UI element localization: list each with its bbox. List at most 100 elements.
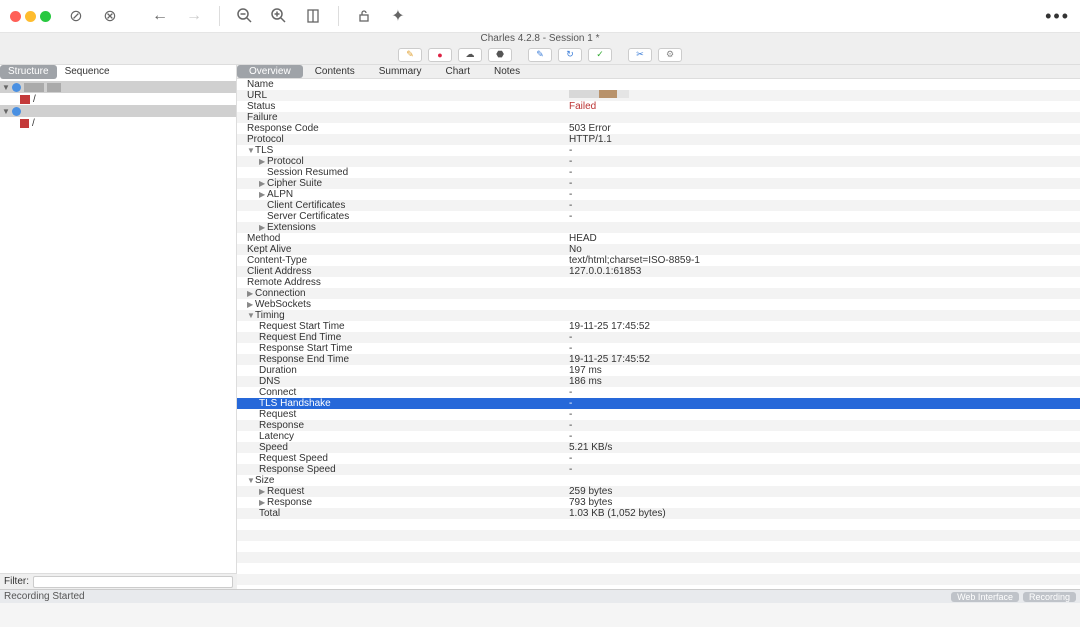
tree-path-1[interactable]: /: [0, 93, 236, 105]
row-kept-alive[interactable]: Kept AliveNo: [237, 244, 1080, 255]
filter-input[interactable]: [33, 576, 233, 588]
bookmark-icon[interactable]: [304, 7, 322, 25]
row-request-speed[interactable]: Request Speed-: [237, 453, 1080, 464]
row-latency[interactable]: Latency-: [237, 431, 1080, 442]
row-req-start-time[interactable]: Request Start Time19-11-25 17:45:52: [237, 321, 1080, 332]
row-failure[interactable]: Failure: [237, 112, 1080, 123]
toolbar-separator: [338, 6, 339, 26]
tab-contents[interactable]: Contents: [303, 65, 367, 78]
row-websockets[interactable]: ▶WebSockets: [237, 299, 1080, 310]
tab-sequence[interactable]: Sequence: [57, 65, 118, 79]
row-size-total[interactable]: Total1.03 KB (1,052 bytes): [237, 508, 1080, 519]
close-window-icon[interactable]: [10, 11, 21, 22]
row-alpn[interactable]: ▶ALPN-: [237, 189, 1080, 200]
stop-icon[interactable]: ⊘: [67, 7, 85, 25]
row-speed[interactable]: Speed5.21 KB/s: [237, 442, 1080, 453]
row-cipher-suite[interactable]: ▶Cipher Suite-: [237, 178, 1080, 189]
lock-icon[interactable]: [355, 7, 373, 25]
host-tree[interactable]: ▼ / ▼ /: [0, 79, 236, 573]
disclosure-icon[interactable]: ▶: [259, 498, 267, 507]
row-response-code[interactable]: Response Code503 Error: [237, 123, 1080, 134]
repeat-button[interactable]: ↻: [558, 48, 582, 62]
row-size[interactable]: ▼Size: [237, 475, 1080, 486]
tools-icon[interactable]: ✦: [389, 7, 407, 25]
row-url[interactable]: URL: [237, 90, 1080, 101]
row-dns[interactable]: DNS186 ms: [237, 376, 1080, 387]
row-duration[interactable]: Duration197 ms: [237, 365, 1080, 376]
tab-notes[interactable]: Notes: [482, 65, 532, 78]
zoom-window-icon[interactable]: [40, 11, 51, 22]
tab-chart[interactable]: Chart: [434, 65, 482, 78]
row-method[interactable]: MethodHEAD: [237, 233, 1080, 244]
throttle-button[interactable]: ☁: [458, 48, 482, 62]
row-server-certs[interactable]: Server Certificates-: [237, 211, 1080, 222]
web-interface-badge[interactable]: Web Interface: [951, 592, 1019, 602]
more-menu-icon[interactable]: •••: [1045, 6, 1070, 27]
toolbar-separator: [219, 6, 220, 26]
tree-path-2[interactable]: /: [0, 117, 236, 129]
tab-overview[interactable]: Overview: [237, 65, 303, 78]
disclosure-icon[interactable]: ▼: [247, 311, 255, 320]
disclosure-icon[interactable]: ▶: [259, 179, 267, 188]
row-content-type[interactable]: Content-Typetext/html;charset=ISO-8859-1: [237, 255, 1080, 266]
disclosure-icon[interactable]: ▶: [259, 487, 267, 496]
empty-row: [237, 519, 1080, 530]
zoom-out-icon[interactable]: [236, 7, 254, 25]
compose-button[interactable]: ✎: [528, 48, 552, 62]
disclosure-icon[interactable]: ▶: [247, 289, 255, 298]
zoom-in-icon[interactable]: [270, 7, 288, 25]
status-bar: Recording Started Web Interface Recordin…: [0, 589, 1080, 603]
disclosure-icon[interactable]: ▶: [259, 157, 267, 166]
back-icon[interactable]: ←: [151, 7, 169, 25]
minimize-window-icon[interactable]: [25, 11, 36, 22]
row-session-resumed[interactable]: Session Resumed-: [237, 167, 1080, 178]
sidebar-tabs: Structure Sequence: [0, 65, 236, 79]
breakpoints-button[interactable]: ⬣: [488, 48, 512, 62]
row-timing[interactable]: ▼Timing: [237, 310, 1080, 321]
forward-icon[interactable]: →: [185, 7, 203, 25]
tree-host-1[interactable]: ▼: [0, 81, 236, 93]
tree-host-2[interactable]: ▼: [0, 105, 236, 117]
row-timing-response[interactable]: Response-: [237, 420, 1080, 431]
settings-button[interactable]: ⚙: [658, 48, 682, 62]
row-name[interactable]: Name: [237, 79, 1080, 90]
tab-structure[interactable]: Structure: [0, 65, 57, 79]
recording-badge[interactable]: Recording: [1023, 592, 1076, 602]
broom-button[interactable]: ✎: [398, 48, 422, 62]
row-req-end-time[interactable]: Request End Time-: [237, 332, 1080, 343]
disclosure-icon[interactable]: ▶: [259, 223, 267, 232]
empty-row: [237, 552, 1080, 563]
disclosure-icon[interactable]: ▶: [247, 300, 255, 309]
row-resp-start-time[interactable]: Response Start Time-: [237, 343, 1080, 354]
row-protocol[interactable]: ProtocolHTTP/1.1: [237, 134, 1080, 145]
row-status[interactable]: StatusFailed: [237, 101, 1080, 112]
empty-row: [237, 541, 1080, 552]
overview-grid[interactable]: Name URL StatusFailed Failure Response C…: [237, 79, 1080, 589]
row-tls[interactable]: ▼TLS-: [237, 145, 1080, 156]
row-resp-end-time[interactable]: Response End Time19-11-25 17:45:52: [237, 354, 1080, 365]
row-timing-request[interactable]: Request-: [237, 409, 1080, 420]
row-tls-handshake[interactable]: TLS Handshake-: [237, 398, 1080, 409]
disclosure-icon[interactable]: ▶: [259, 190, 267, 199]
action-toolbar: ✎ ● ☁ ⬣ ✎ ↻ ✓ ✂ ⚙: [0, 45, 1080, 65]
row-connection[interactable]: ▶Connection: [237, 288, 1080, 299]
tab-summary[interactable]: Summary: [367, 65, 434, 78]
row-response-speed[interactable]: Response Speed-: [237, 464, 1080, 475]
row-size-response[interactable]: ▶Response793 bytes: [237, 497, 1080, 508]
row-remote-address[interactable]: Remote Address: [237, 277, 1080, 288]
row-client-address[interactable]: Client Address127.0.0.1:61853: [237, 266, 1080, 277]
filter-label: Filter:: [4, 576, 29, 587]
detail-tabs: Overview Contents Summary Chart Notes: [237, 65, 1080, 79]
validate-button[interactable]: ✓: [588, 48, 612, 62]
row-tls-protocol[interactable]: ▶Protocol-: [237, 156, 1080, 167]
row-size-request[interactable]: ▶Request259 bytes: [237, 486, 1080, 497]
error-icon: [20, 95, 30, 104]
row-client-certs[interactable]: Client Certificates-: [237, 200, 1080, 211]
row-extensions[interactable]: ▶Extensions: [237, 222, 1080, 233]
tools-button[interactable]: ✂: [628, 48, 652, 62]
disclosure-icon[interactable]: ▼: [247, 146, 255, 155]
disclosure-icon[interactable]: ▼: [247, 476, 255, 485]
row-connect[interactable]: Connect-: [237, 387, 1080, 398]
cancel-icon[interactable]: ⊗: [101, 7, 119, 25]
record-button[interactable]: ●: [428, 48, 452, 62]
